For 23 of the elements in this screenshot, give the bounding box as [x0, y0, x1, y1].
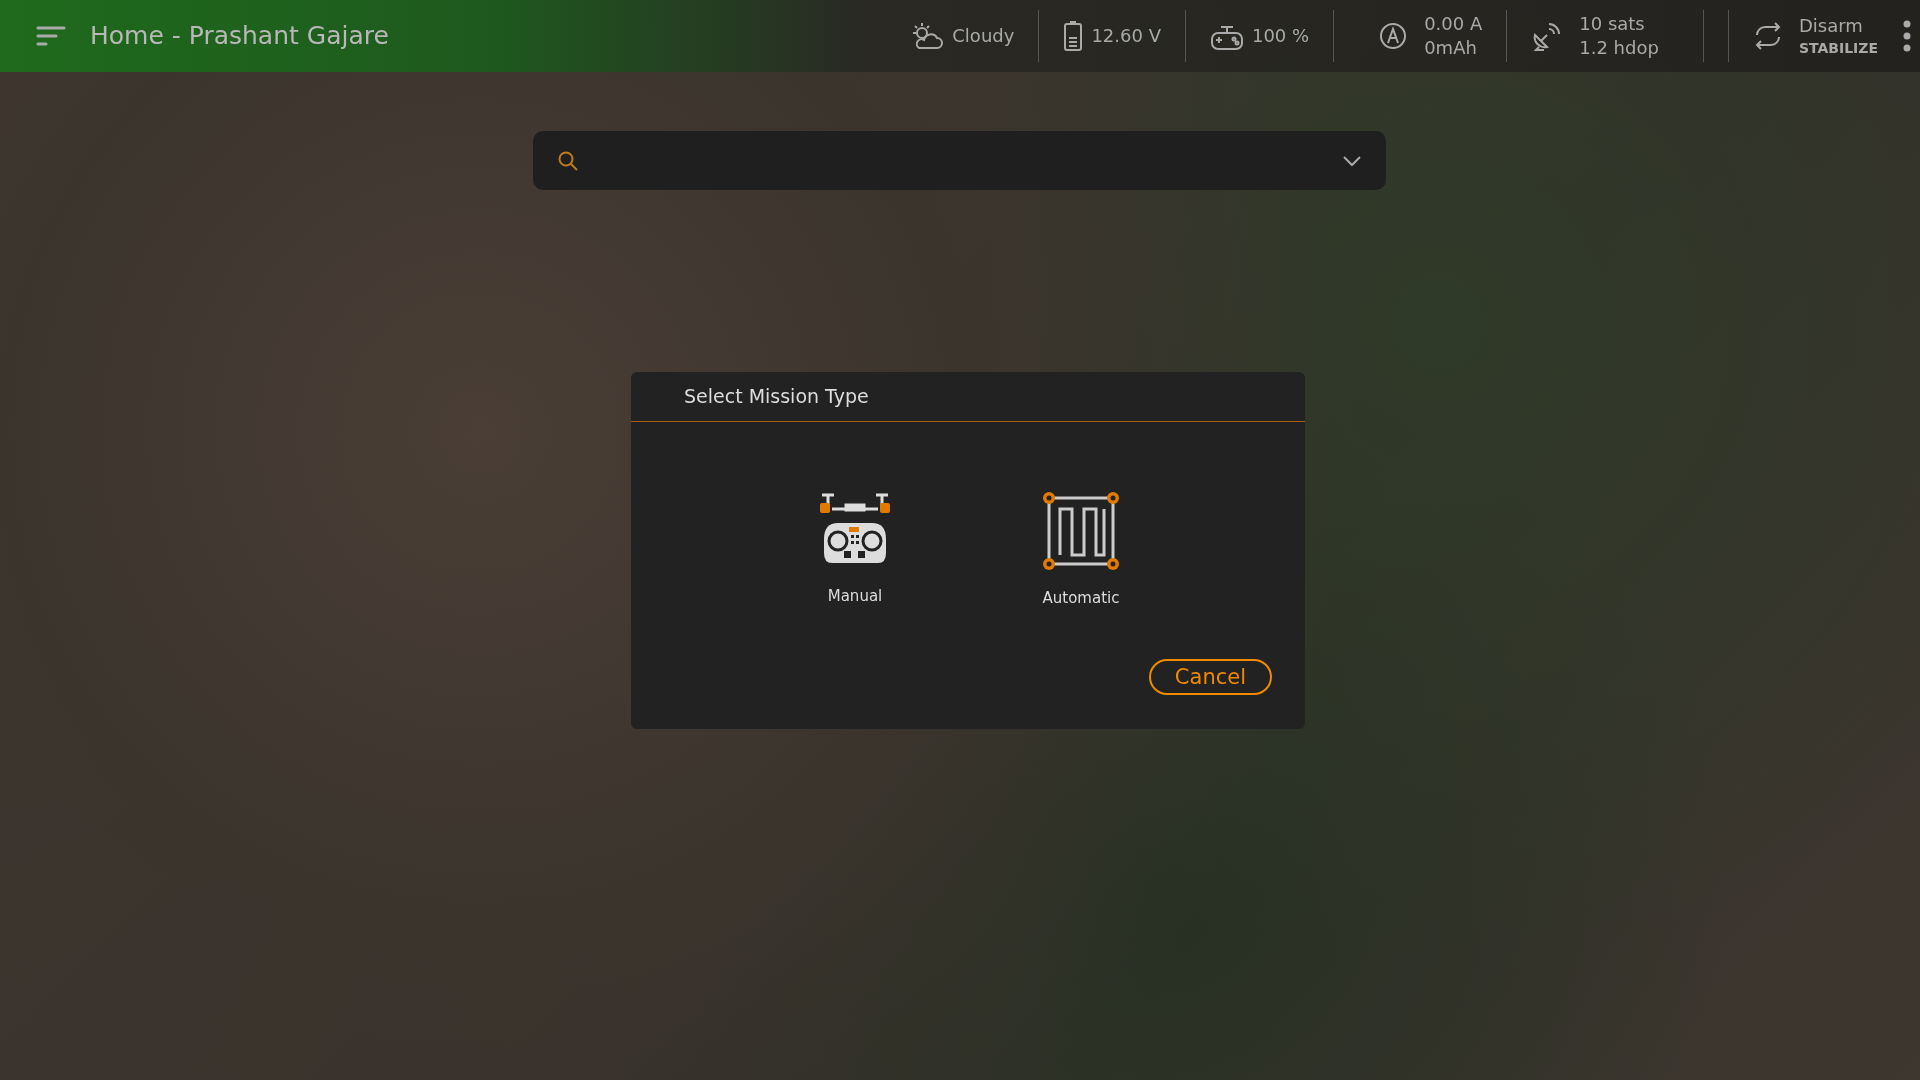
- battery-icon: [1063, 20, 1084, 52]
- status-text: 1.2 hdop: [1579, 36, 1659, 60]
- mission-type-option[interactable]: Manual: [790, 492, 920, 609]
- page-title: Home - Prashant Gajare: [90, 20, 389, 53]
- chevron-down-icon[interactable]: [1342, 154, 1362, 167]
- status-text: 12.60 V: [1091, 23, 1161, 48]
- status-text: 10 sats: [1579, 11, 1646, 36]
- status-text: Cloudy: [952, 23, 1015, 48]
- mission-type-option[interactable]: Automatic: [1016, 490, 1146, 611]
- grid-survey-pattern-icon: [1042, 491, 1120, 572]
- more-options-icon[interactable]: [1902, 20, 1912, 52]
- dialog-title: Select Mission Type: [684, 384, 869, 410]
- search-field[interactable]: [533, 131, 1386, 190]
- status-text: 0mAh: [1424, 36, 1478, 60]
- weather-cloud-sun-icon: [910, 21, 945, 51]
- status-text: 100 %: [1251, 23, 1310, 48]
- search-icon: [557, 149, 579, 172]
- status-text: Disarm: [1798, 14, 1864, 39]
- status-text: 0.00 A: [1424, 11, 1483, 36]
- menu-icon[interactable]: [36, 25, 66, 47]
- status-text: STABILIZE: [1798, 38, 1878, 58]
- cancel-button[interactable]: Cancel: [1148, 659, 1272, 695]
- ammeter-icon: [1378, 21, 1409, 51]
